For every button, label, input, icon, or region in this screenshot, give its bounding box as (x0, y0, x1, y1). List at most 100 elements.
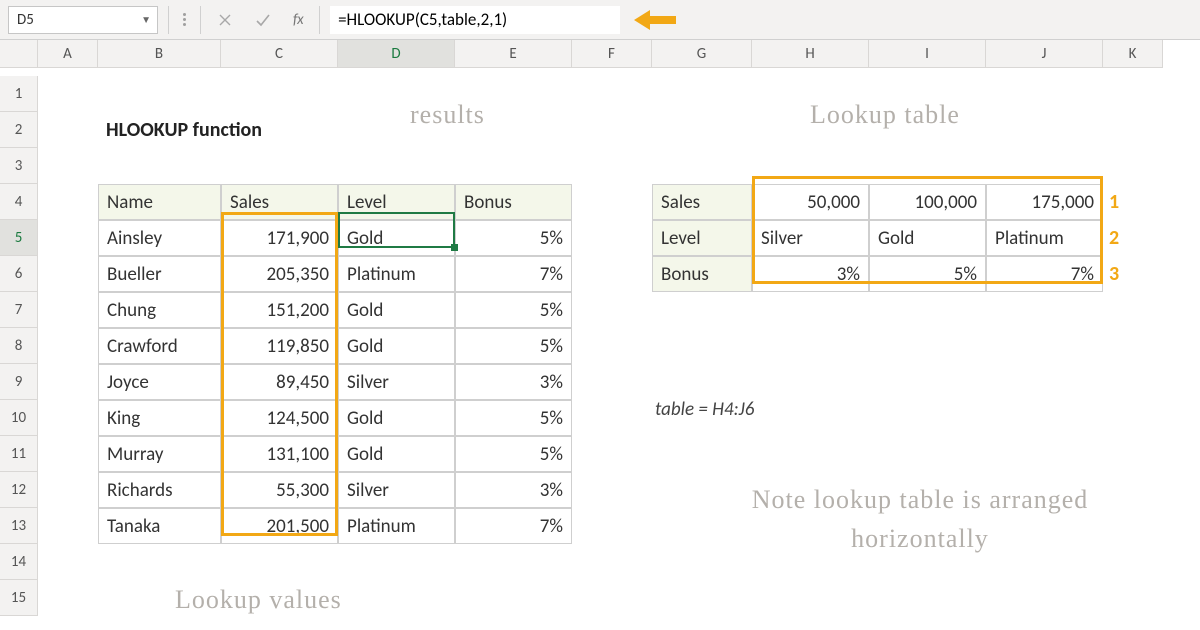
cell-sales[interactable]: 89,450 (221, 364, 338, 400)
lookup-sales[interactable]: 100,000 (869, 184, 986, 220)
cell-level[interactable]: Gold (338, 400, 455, 436)
cell-name[interactable]: Joyce (98, 364, 221, 400)
cell-level[interactable]: Gold (338, 220, 455, 256)
row-head-3[interactable]: 3 (0, 148, 38, 184)
cell-level[interactable]: Platinum (338, 508, 455, 544)
lookup-rownum: 3 (1103, 256, 1163, 292)
lookup-level[interactable]: Silver (752, 220, 869, 256)
row-head-1[interactable]: 1 (0, 76, 38, 112)
lookup-level[interactable]: Platinum (986, 220, 1103, 256)
lookup-sales[interactable]: 50,000 (752, 184, 869, 220)
col-name-header: Name (98, 184, 221, 220)
col-head-E[interactable]: E (455, 40, 572, 68)
cell-bonus[interactable]: 5% (455, 328, 572, 364)
annotation-results: results (410, 100, 485, 130)
lookup-row-bonus: Bonus (652, 256, 752, 292)
cell-level[interactable]: Silver (338, 364, 455, 400)
col-head-I[interactable]: I (869, 40, 986, 68)
formula-bar: D5 ▼ fx (0, 0, 1200, 40)
lookup-bonus[interactable]: 3% (752, 256, 869, 292)
cell-name[interactable]: Ainsley (98, 220, 221, 256)
divider (319, 6, 320, 34)
cell-level[interactable]: Platinum (338, 256, 455, 292)
cancel-icon[interactable] (211, 6, 239, 34)
arrow-left-icon (634, 8, 676, 32)
cell-level[interactable]: Gold (338, 436, 455, 472)
drag-handle-icon[interactable] (179, 13, 190, 26)
annotation-lookup-values: Lookup values (175, 585, 342, 615)
row-head-13[interactable]: 13 (0, 508, 38, 544)
cell-level[interactable]: Silver (338, 472, 455, 508)
row-head-11[interactable]: 11 (0, 436, 38, 472)
cell-sales[interactable]: 171,900 (221, 220, 338, 256)
col-sales-header: Sales (221, 184, 338, 220)
row-head-12[interactable]: 12 (0, 472, 38, 508)
cell-sales[interactable]: 151,200 (221, 292, 338, 328)
col-level-header: Level (338, 184, 455, 220)
fx-icon[interactable]: fx (287, 11, 309, 29)
col-head-F[interactable]: F (572, 40, 652, 68)
cell-bonus[interactable]: 5% (455, 220, 572, 256)
name-box-value: D5 (17, 11, 34, 29)
formula-input[interactable] (330, 6, 620, 34)
cell-name[interactable]: Bueller (98, 256, 221, 292)
cell-sales[interactable]: 124,500 (221, 400, 338, 436)
cell-sales[interactable]: 131,100 (221, 436, 338, 472)
cell-sales[interactable]: 205,350 (221, 256, 338, 292)
row-head-10[interactable]: 10 (0, 400, 38, 436)
row-head-5[interactable]: 5 (0, 220, 38, 256)
lookup-sales[interactable]: 175,000 (986, 184, 1103, 220)
row-head-15[interactable]: 15 (0, 580, 38, 616)
row-head-7[interactable]: 7 (0, 292, 38, 328)
cell-bonus[interactable]: 3% (455, 364, 572, 400)
cell-bonus[interactable]: 3% (455, 472, 572, 508)
check-icon[interactable] (249, 6, 277, 34)
cell-name[interactable]: Chung (98, 292, 221, 328)
cell-bonus[interactable]: 5% (455, 436, 572, 472)
cell-bonus[interactable]: 7% (455, 256, 572, 292)
row-head-14[interactable]: 14 (0, 544, 38, 580)
cell-sales[interactable]: 119,850 (221, 328, 338, 364)
lookup-rownum: 2 (1103, 220, 1163, 256)
cell-sales[interactable]: 55,300 (221, 472, 338, 508)
cell-level[interactable]: Gold (338, 328, 455, 364)
col-bonus-header: Bonus (455, 184, 572, 220)
col-head-A[interactable]: A (38, 40, 98, 68)
row-head-6[interactable]: 6 (0, 256, 38, 292)
lookup-rownum: 1 (1103, 184, 1163, 220)
row-head-2[interactable]: 2 (0, 112, 38, 148)
lookup-bonus[interactable]: 7% (986, 256, 1103, 292)
col-head-G[interactable]: G (652, 40, 752, 68)
cell-bonus[interactable]: 7% (455, 508, 572, 544)
divider (200, 6, 201, 34)
cell-sales[interactable]: 201,500 (221, 508, 338, 544)
select-all-corner[interactable] (0, 40, 38, 68)
name-box[interactable]: D5 ▼ (8, 6, 158, 34)
cell-level[interactable]: Gold (338, 292, 455, 328)
cell-name[interactable]: King (98, 400, 221, 436)
col-head-H[interactable]: H (752, 40, 869, 68)
lookup-row-level: Level (652, 220, 752, 256)
annotation-table-def: table = H4:J6 (655, 398, 754, 421)
lookup-row-sales: Sales (652, 184, 752, 220)
chevron-down-icon[interactable]: ▼ (141, 13, 151, 26)
col-head-C[interactable]: C (221, 40, 338, 68)
cell-bonus[interactable]: 5% (455, 400, 572, 436)
row-head-4[interactable]: 4 (0, 184, 38, 220)
annotation-note: Note lookup table is arranged horizontal… (740, 480, 1100, 558)
col-head-J[interactable]: J (986, 40, 1103, 68)
cell-name[interactable]: Richards (98, 472, 221, 508)
row-head-8[interactable]: 8 (0, 328, 38, 364)
lookup-level[interactable]: Gold (869, 220, 986, 256)
cell-bonus[interactable]: 5% (455, 292, 572, 328)
col-head-K[interactable]: K (1103, 40, 1163, 68)
cell-name[interactable]: Tanaka (98, 508, 221, 544)
col-head-D[interactable]: D (338, 40, 455, 68)
cell-name[interactable]: Murray (98, 436, 221, 472)
divider (168, 6, 169, 34)
cell-name[interactable]: Crawford (98, 328, 221, 364)
page-title: HLOOKUP function (98, 112, 338, 148)
col-head-B[interactable]: B (98, 40, 221, 68)
lookup-bonus[interactable]: 5% (869, 256, 986, 292)
row-head-9[interactable]: 9 (0, 364, 38, 400)
